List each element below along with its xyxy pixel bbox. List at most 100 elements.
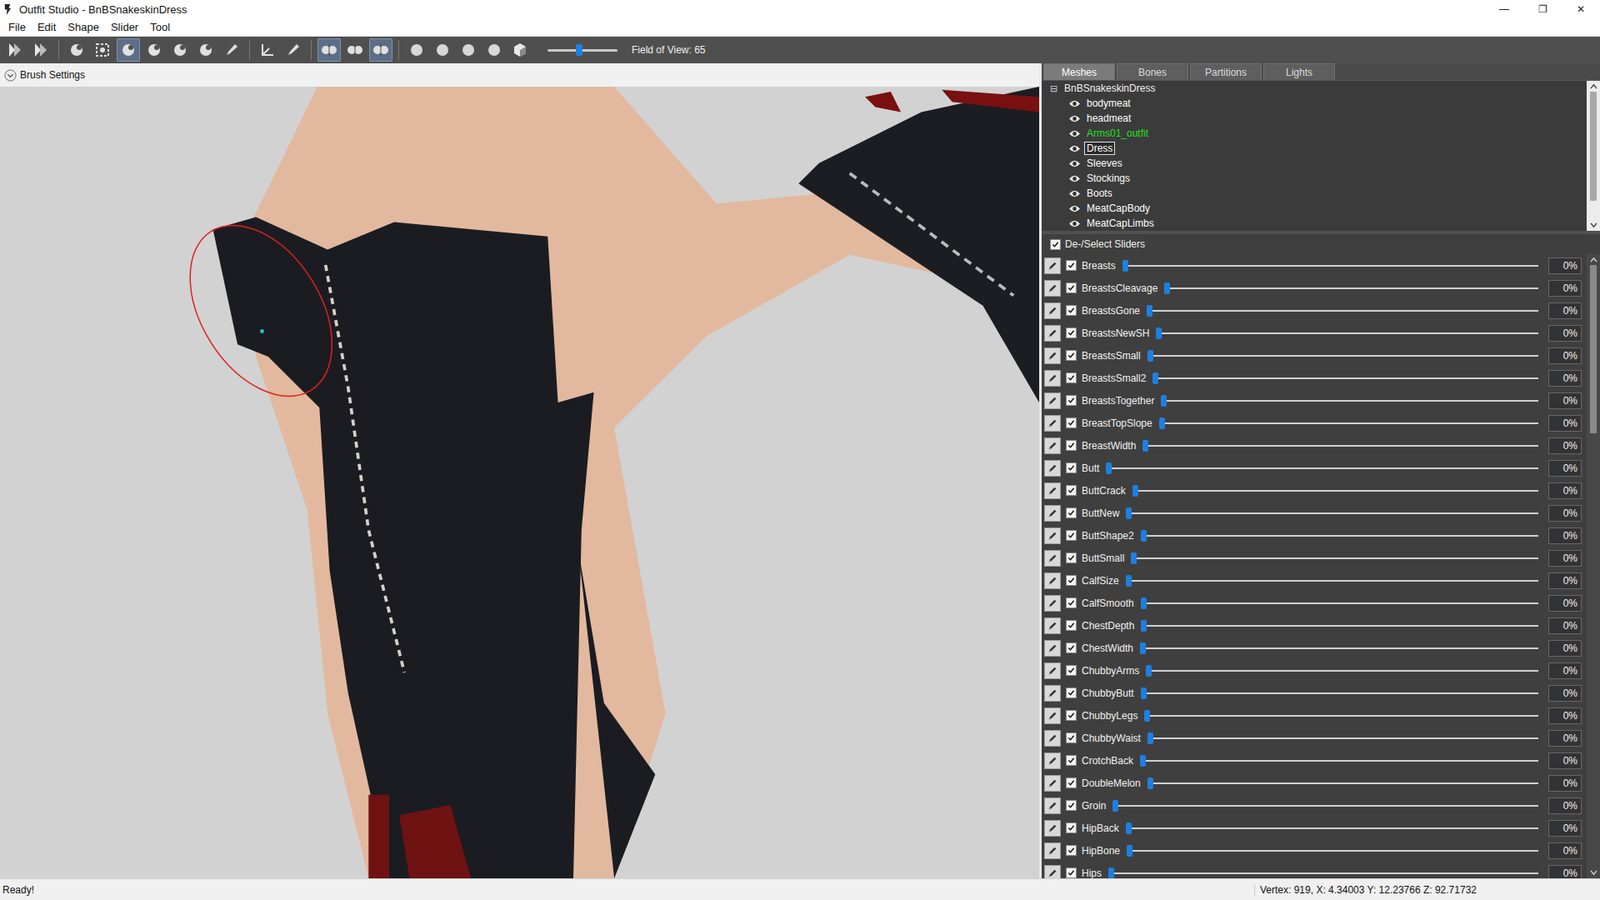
slider-track[interactable] xyxy=(1164,280,1539,296)
slider-knob[interactable] xyxy=(1142,440,1149,452)
tool-button[interactable] xyxy=(194,38,218,62)
slider-checkbox[interactable] xyxy=(1065,575,1077,586)
slider-knob[interactable] xyxy=(1146,305,1153,317)
slider-track[interactable] xyxy=(1140,685,1539,701)
edit-slider-button[interactable] xyxy=(1044,460,1061,477)
slider-value[interactable]: 0% xyxy=(1548,797,1582,815)
slider-track[interactable] xyxy=(1142,438,1539,454)
fov-slider[interactable] xyxy=(547,41,618,59)
slider-track[interactable] xyxy=(1144,708,1539,724)
tool-button[interactable] xyxy=(29,38,53,62)
slider-knob[interactable] xyxy=(1145,665,1152,677)
tool-button[interactable] xyxy=(220,38,244,62)
tool-button[interactable] xyxy=(508,38,532,62)
slider-knob[interactable] xyxy=(1108,867,1115,880)
slider-checkbox[interactable] xyxy=(1065,642,1077,654)
slider-track[interactable] xyxy=(1140,753,1539,769)
tool-button[interactable] xyxy=(90,38,115,62)
slider-checkbox[interactable] xyxy=(1065,867,1077,879)
edit-slider-button[interactable] xyxy=(1044,527,1061,545)
slider-knob[interactable] xyxy=(1155,327,1162,340)
slider-scrollbar[interactable] xyxy=(1586,254,1600,879)
tool-button[interactable] xyxy=(430,38,455,62)
slider-checkbox[interactable] xyxy=(1065,507,1077,519)
tree-scrollbar[interactable] xyxy=(1586,80,1600,231)
slider-knob[interactable] xyxy=(1122,260,1129,272)
slider-track[interactable] xyxy=(1140,528,1539,544)
slider-checkbox[interactable] xyxy=(1065,372,1077,384)
tool-button[interactable] xyxy=(343,38,367,62)
edit-slider-button[interactable] xyxy=(1044,820,1061,837)
edit-slider-button[interactable] xyxy=(1044,865,1061,880)
edit-slider-button[interactable] xyxy=(1044,595,1061,612)
slider-track[interactable] xyxy=(1130,550,1539,566)
edit-slider-button[interactable] xyxy=(1044,775,1061,792)
slider-track[interactable] xyxy=(1122,258,1539,274)
edit-slider-button[interactable] xyxy=(1044,280,1061,297)
edit-slider-button[interactable] xyxy=(1044,730,1061,747)
edit-slider-button[interactable] xyxy=(1044,415,1061,432)
slider-knob[interactable] xyxy=(1140,755,1146,767)
scroll-down-icon[interactable] xyxy=(1590,870,1598,876)
slider-checkbox[interactable] xyxy=(1065,552,1077,564)
menu-item[interactable]: Shape xyxy=(62,19,105,35)
slider-track[interactable] xyxy=(1145,663,1539,679)
slider-checkbox[interactable] xyxy=(1065,440,1077,451)
slider-checkbox[interactable] xyxy=(1065,395,1077,406)
edit-slider-button[interactable] xyxy=(1044,752,1061,770)
eye-icon[interactable] xyxy=(1068,159,1081,169)
mesh-item[interactable]: headmeat xyxy=(1050,110,1587,126)
slider-knob[interactable] xyxy=(1144,710,1150,722)
eye-icon[interactable] xyxy=(1068,189,1081,199)
menu-item[interactable]: File xyxy=(3,19,31,35)
slider-track[interactable] xyxy=(1146,303,1539,319)
slider-value[interactable]: 0% xyxy=(1548,437,1582,455)
slider-knob[interactable] xyxy=(1140,687,1147,700)
mesh-item[interactable]: Dress xyxy=(1050,140,1587,156)
slider-checkbox[interactable] xyxy=(1065,530,1077,541)
tool-button[interactable] xyxy=(3,38,27,62)
mesh-item[interactable]: bodymeat xyxy=(1050,95,1587,111)
slider-knob[interactable] xyxy=(1152,372,1159,385)
eye-icon[interactable] xyxy=(1068,174,1081,184)
slider-knob[interactable] xyxy=(1140,642,1146,655)
eye-icon[interactable] xyxy=(1068,219,1081,229)
tool-button[interactable] xyxy=(168,38,192,62)
eye-icon[interactable] xyxy=(1068,204,1081,214)
slider-knob[interactable] xyxy=(1147,350,1154,362)
edit-slider-button[interactable] xyxy=(1044,505,1061,522)
slider-value[interactable]: 0% xyxy=(1548,550,1582,567)
slider-track[interactable] xyxy=(1132,483,1539,499)
slider-value[interactable]: 0% xyxy=(1548,392,1582,410)
slider-checkbox[interactable] xyxy=(1065,732,1077,744)
slider-value[interactable]: 0% xyxy=(1548,415,1582,432)
tool-button[interactable] xyxy=(142,38,166,62)
slider-knob[interactable] xyxy=(1130,552,1137,565)
checkbox[interactable] xyxy=(1050,239,1061,250)
tool-button[interactable] xyxy=(456,38,480,62)
edit-slider-button[interactable] xyxy=(1044,707,1061,725)
eye-icon[interactable] xyxy=(1068,129,1081,139)
slider-value[interactable]: 0% xyxy=(1548,347,1582,365)
eye-icon[interactable] xyxy=(1068,114,1081,124)
slider-track[interactable] xyxy=(1125,505,1539,521)
tool-button[interactable] xyxy=(281,38,305,62)
brush-settings[interactable]: Brush Settings xyxy=(0,63,1040,87)
slider-checkbox[interactable] xyxy=(1065,597,1077,609)
slider-track[interactable] xyxy=(1147,730,1539,746)
slider-value[interactable]: 0% xyxy=(1548,302,1582,320)
select-all-sliders[interactable]: De-/Select Sliders xyxy=(1041,230,1600,255)
slider-value[interactable]: 0% xyxy=(1548,640,1582,657)
slider-value[interactable]: 0% xyxy=(1548,572,1582,590)
tab[interactable]: Partitions xyxy=(1190,63,1262,80)
slider-knob[interactable] xyxy=(1140,597,1147,610)
slider-track[interactable] xyxy=(1155,325,1539,341)
window-control[interactable]: ✕ xyxy=(1561,0,1600,19)
slider-knob[interactable] xyxy=(1125,575,1132,587)
edit-slider-button[interactable] xyxy=(1044,392,1061,410)
slider-track[interactable] xyxy=(1108,865,1539,880)
slider-knob[interactable] xyxy=(1160,395,1167,407)
tool-button[interactable] xyxy=(405,38,429,62)
tab[interactable]: Bones xyxy=(1116,63,1189,80)
slider-checkbox[interactable] xyxy=(1065,417,1077,429)
